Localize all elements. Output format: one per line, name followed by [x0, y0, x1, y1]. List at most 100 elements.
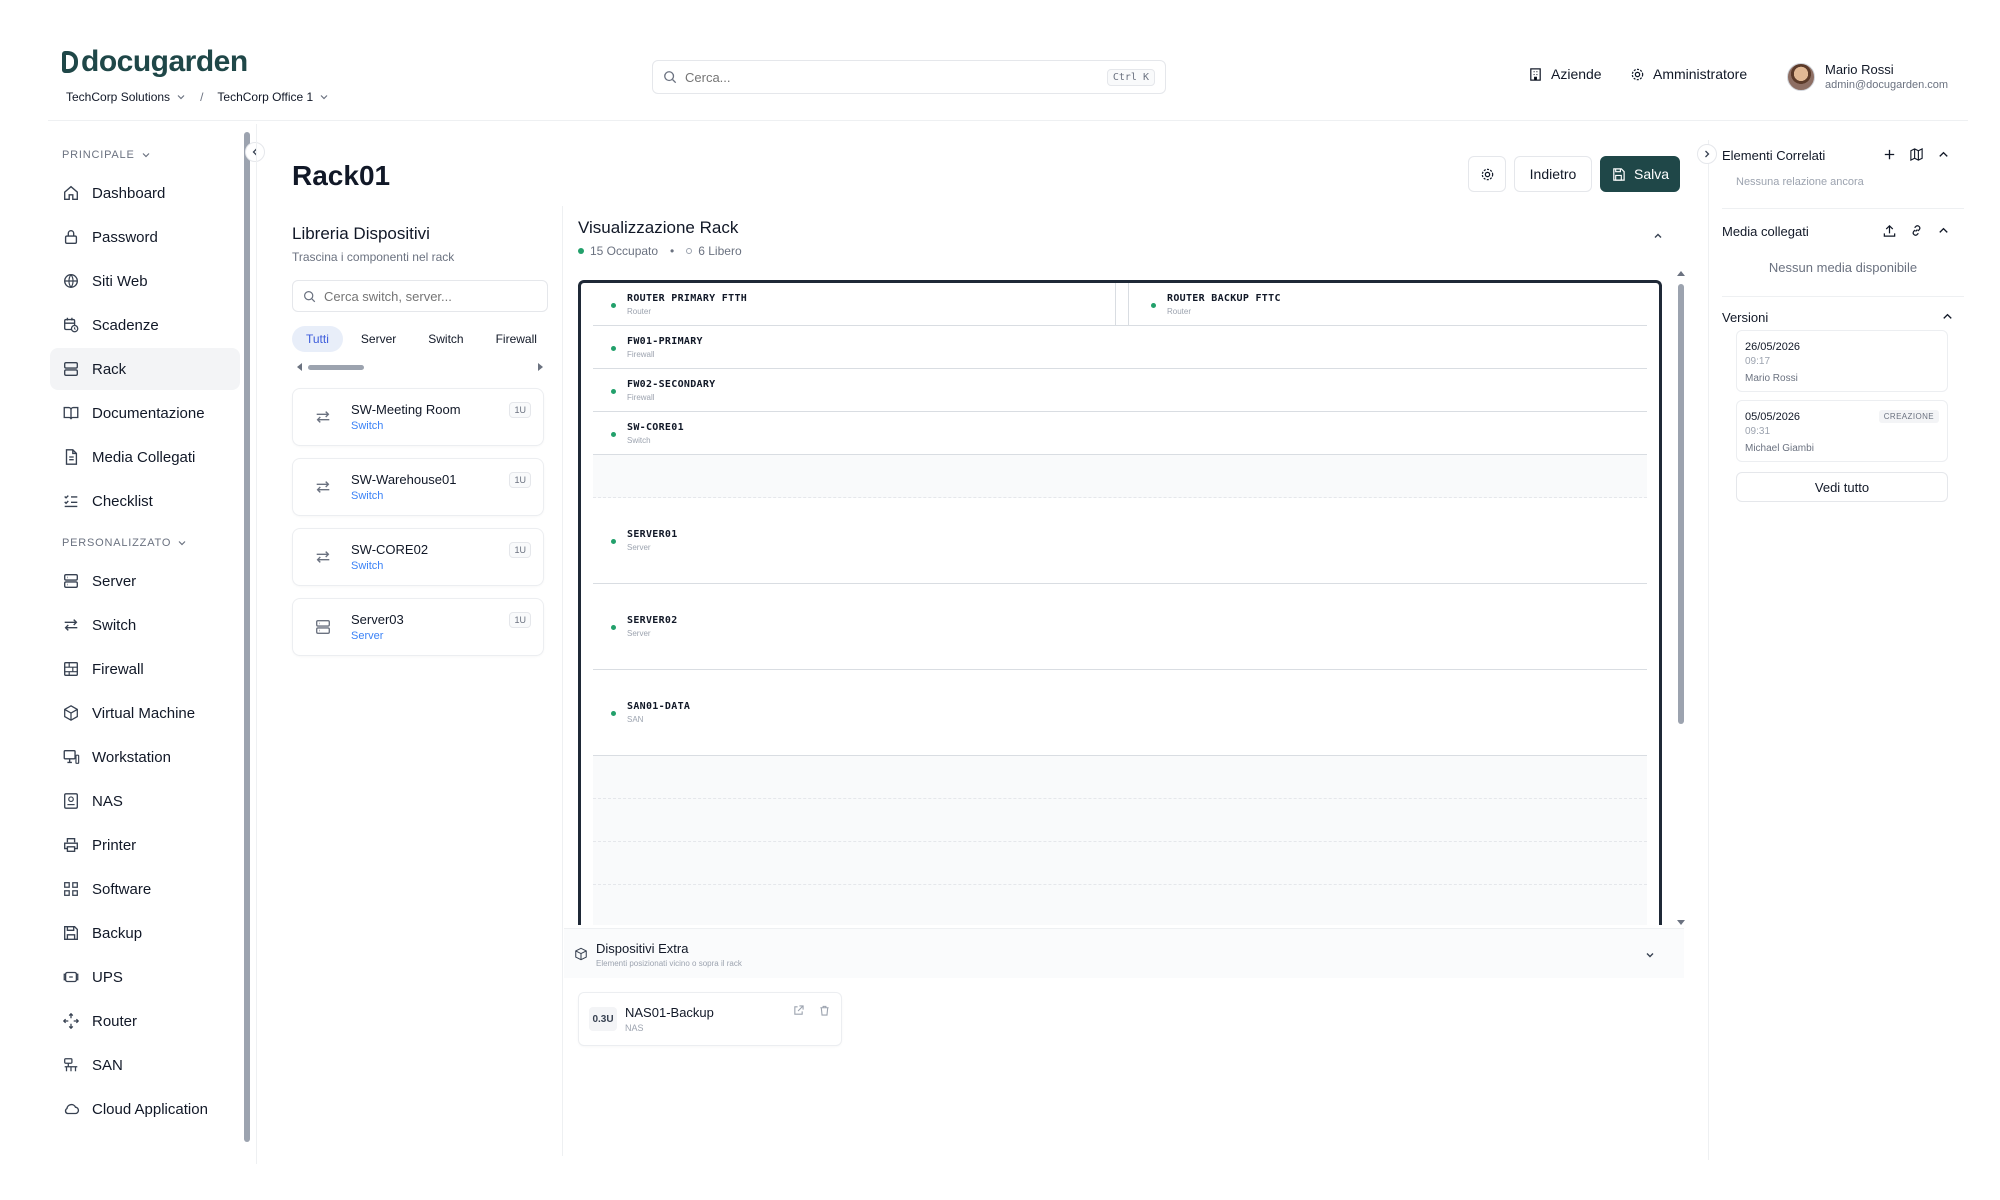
extra-devices-header[interactable]: Dispositivi Extra Elementi posizionati v…: [564, 928, 1684, 978]
rack-device-label[interactable]: FW02-SECONDARY: [627, 379, 716, 390]
panel-separator: [1722, 208, 1964, 209]
filter-firewall[interactable]: Firewall: [482, 326, 551, 352]
sidebar-item-backup[interactable]: Backup: [50, 912, 240, 954]
view-all-button[interactable]: Vedi tutto: [1736, 472, 1948, 502]
library-search-input[interactable]: [324, 288, 537, 304]
scroll-down-icon[interactable]: [1677, 920, 1685, 926]
sidebar-item-siti-web[interactable]: Siti Web: [50, 260, 240, 302]
sidebar-item-switch[interactable]: Switch: [50, 604, 240, 646]
sidebar-item-printer[interactable]: Printer: [50, 824, 240, 866]
admin-link[interactable]: Amministratore: [1630, 66, 1747, 82]
breadcrumb-company[interactable]: TechCorp Solutions: [66, 90, 170, 104]
home-icon: [64, 185, 78, 200]
sidebar-item-virtual-machine[interactable]: Virtual Machine: [50, 692, 240, 734]
app-logo[interactable]: docugarden: [62, 45, 248, 78]
scroll-left-icon[interactable]: [296, 363, 303, 371]
map-icon[interactable]: [1909, 147, 1924, 162]
rack-scrollbar[interactable]: [1676, 270, 1686, 926]
link-icon[interactable]: [1909, 223, 1924, 238]
companies-link[interactable]: Aziende: [1528, 66, 1602, 82]
library-device-card[interactable]: Server03 Server 1U: [292, 598, 544, 656]
sidebar-item-documentazione[interactable]: Documentazione: [50, 392, 240, 434]
save-button[interactable]: Salva: [1600, 156, 1680, 192]
library-search[interactable]: [292, 280, 548, 312]
rack-empty-slot[interactable]: [593, 756, 1647, 799]
sidebar-item-workstation[interactable]: Workstation: [50, 736, 240, 778]
upload-icon[interactable]: [1882, 223, 1897, 238]
versions-title: Versioni: [1722, 310, 1769, 325]
rack-slot[interactable]: SERVER02 Server: [593, 584, 1647, 670]
rack-empty-slot[interactable]: [593, 799, 1647, 842]
filter-server[interactable]: Server: [347, 326, 410, 352]
library-device-card[interactable]: SW-Meeting Room Switch 1U: [292, 388, 544, 446]
toggle-right-panel-button[interactable]: [1697, 144, 1717, 164]
sidebar-section-main[interactable]: PRINCIPALE: [50, 140, 240, 170]
back-button[interactable]: Indietro: [1514, 156, 1592, 192]
chevron-up-icon[interactable]: [1936, 147, 1951, 162]
rack-empty-slot[interactable]: [593, 842, 1647, 885]
sidebar-item-firewall[interactable]: Firewall: [50, 648, 240, 690]
version-time: 09:17: [1745, 356, 1771, 367]
rack-device-label[interactable]: SW-CORE01: [627, 422, 684, 433]
rack-device-label[interactable]: SAN01-DATA: [627, 701, 690, 712]
filters-scrollbar[interactable]: [296, 362, 544, 372]
settings-button[interactable]: [1468, 156, 1506, 192]
san-icon: [64, 1058, 78, 1072]
switch-icon: [316, 411, 330, 423]
trash-icon[interactable]: [819, 1005, 830, 1016]
rack-slot[interactable]: FW02-SECONDARY Firewall: [593, 369, 1647, 412]
sidebar-section-custom[interactable]: PERSONALIZZATO: [50, 528, 240, 558]
external-link-icon[interactable]: [793, 1005, 804, 1016]
chevron-down-icon[interactable]: [1644, 949, 1656, 961]
rack-device-label[interactable]: ROUTER BACKUP FTTC: [1167, 293, 1281, 304]
collapse-rack-icon[interactable]: [1652, 230, 1664, 242]
occupied-count: 15 Occupato: [590, 244, 659, 258]
version-card[interactable]: 26/05/2026 09:17 Mario Rossi: [1736, 330, 1948, 392]
filter-switch[interactable]: Switch: [414, 326, 477, 352]
sidebar-item-checklist[interactable]: Checklist: [50, 480, 240, 522]
sidebar-item-ups[interactable]: UPS: [50, 956, 240, 998]
server-icon: [64, 574, 78, 588]
rack-slot[interactable]: FW01-PRIMARY Firewall: [593, 326, 1647, 369]
global-search[interactable]: Ctrl K: [652, 60, 1166, 94]
sidebar-item-software[interactable]: Software: [50, 868, 240, 910]
page-title: Rack01: [292, 160, 391, 191]
search-input[interactable]: [685, 69, 1107, 85]
plus-icon[interactable]: [1882, 147, 1897, 162]
sidebar-item-router[interactable]: Router: [50, 1000, 240, 1042]
user-menu[interactable]: Mario Rossi admin@docugarden.com: [1787, 62, 1948, 91]
rack-device-label[interactable]: SERVER02: [627, 615, 678, 626]
rack-device-label[interactable]: ROUTER PRIMARY FTTH: [627, 293, 747, 304]
sidebar-item-media-collegati[interactable]: Media Collegati: [50, 436, 240, 478]
chevron-down-icon[interactable]: [176, 92, 186, 102]
rack-device-label[interactable]: SERVER01: [627, 529, 678, 540]
collapse-sidebar-button[interactable]: [245, 142, 265, 162]
version-card[interactable]: 05/05/2026 09:31 Michael Giambi CREAZION…: [1736, 400, 1948, 462]
scroll-up-icon[interactable]: [1677, 270, 1685, 276]
sidebar-item-dashboard[interactable]: Dashboard: [50, 172, 240, 214]
breadcrumb-office[interactable]: TechCorp Office 1: [217, 90, 313, 104]
rack-slot[interactable]: SW-CORE01 Switch: [593, 412, 1647, 455]
sidebar-item-nas[interactable]: NAS: [50, 780, 240, 822]
sidebar-item-server[interactable]: Server: [50, 560, 240, 602]
rack-slot[interactable]: ROUTER PRIMARY FTTH Router ROUTER BACKUP F…: [593, 283, 1647, 326]
chevron-up-icon[interactable]: [1940, 309, 1955, 324]
library-device-card[interactable]: SW-Warehouse01 Switch 1U: [292, 458, 544, 516]
sidebar-item-scadenze[interactable]: Scadenze: [50, 304, 240, 346]
sidebar-scrollbar[interactable]: [243, 124, 251, 1150]
sidebar-item-cloud-application[interactable]: Cloud Application: [50, 1088, 240, 1130]
rack-empty-slot[interactable]: [593, 455, 1647, 498]
chevron-up-icon[interactable]: [1936, 223, 1951, 238]
sidebar-item-rack[interactable]: Rack: [50, 348, 240, 390]
rack-empty-slot[interactable]: [593, 885, 1647, 925]
rack-slot[interactable]: SERVER01 Server: [593, 498, 1647, 584]
scroll-right-icon[interactable]: [537, 363, 544, 371]
rack-device-label[interactable]: FW01-PRIMARY: [627, 336, 703, 347]
sidebar-item-san[interactable]: SAN: [50, 1044, 240, 1086]
rack-slot[interactable]: SAN01-DATA SAN: [593, 670, 1647, 756]
chevron-down-icon[interactable]: [319, 92, 329, 102]
filter-tutti[interactable]: Tutti: [292, 326, 343, 352]
sidebar-item-password[interactable]: Password: [50, 216, 240, 258]
extra-device-card[interactable]: 0.3U NAS01-Backup NAS: [578, 992, 842, 1046]
library-device-card[interactable]: SW-CORE02 Switch 1U: [292, 528, 544, 586]
